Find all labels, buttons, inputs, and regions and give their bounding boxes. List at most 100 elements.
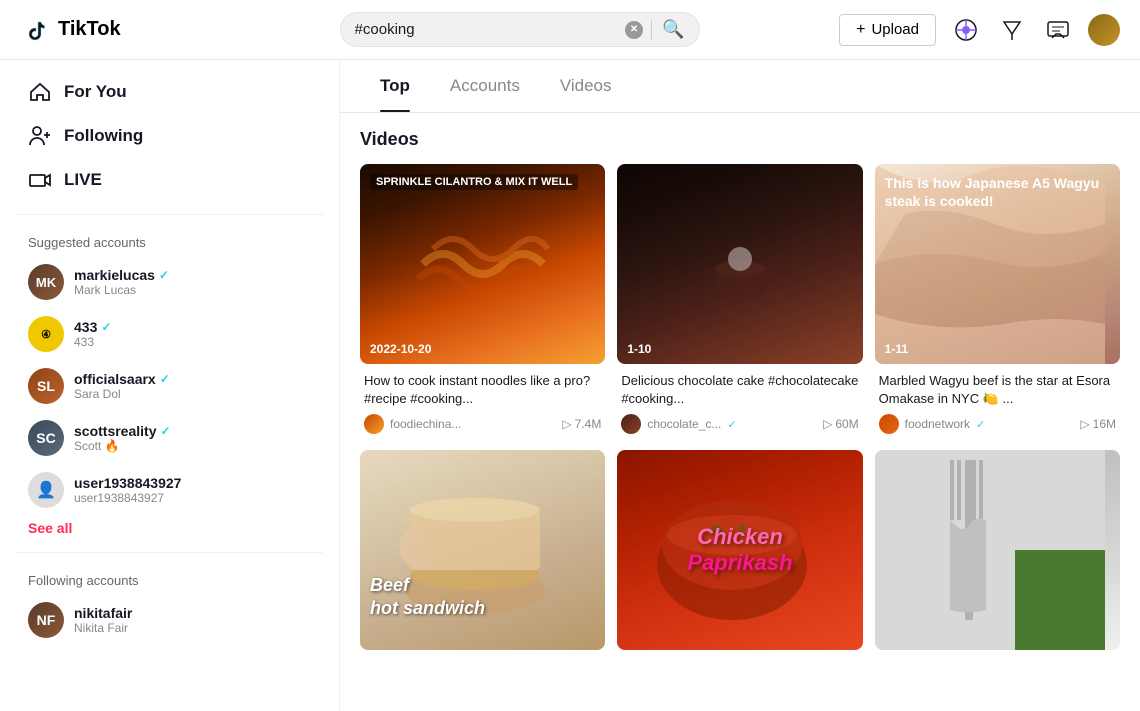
video-info-v5 bbox=[617, 650, 862, 698]
account-item-433[interactable]: ④ 433 ✓ 433 bbox=[16, 308, 323, 360]
tab-videos[interactable]: Videos bbox=[540, 60, 632, 112]
account-item-user1938843927[interactable]: 👤 user1938843927 user1938843927 bbox=[16, 464, 323, 516]
video-title-v1: How to cook instant noodles like a pro? … bbox=[364, 372, 601, 408]
header: TikTok ✕ 🔍 + Upload bbox=[0, 0, 1140, 60]
avatar-433: ④ bbox=[28, 316, 64, 352]
avatar-user1938843927: 👤 bbox=[28, 472, 64, 508]
search-icon: 🔍 bbox=[662, 19, 684, 39]
clear-icon: ✕ bbox=[630, 24, 638, 35]
filter-icon-button[interactable] bbox=[996, 14, 1028, 46]
cake-visual bbox=[617, 164, 862, 364]
following-accounts-title: Following accounts bbox=[16, 565, 323, 594]
verified-v3: ✓ bbox=[976, 418, 985, 431]
video-card-v6[interactable] bbox=[875, 450, 1120, 698]
video-stats-v2: ▷ 60M bbox=[823, 417, 859, 431]
notification-icon bbox=[954, 18, 978, 42]
play-icon-v2: ▷ bbox=[823, 417, 832, 431]
following-icon bbox=[28, 124, 52, 148]
filter-icon bbox=[1000, 18, 1024, 42]
sidebar: For You Following LIVE bbox=[0, 60, 340, 711]
account-item-markielucas[interactable]: MK markielucas ✓ Mark Lucas bbox=[16, 256, 323, 308]
view-count-v2: 60M bbox=[835, 417, 858, 431]
search-divider bbox=[651, 20, 652, 40]
beef-visual bbox=[360, 450, 605, 650]
messages-icon bbox=[1046, 18, 1070, 42]
account-sub-markielucas: Mark Lucas bbox=[74, 283, 169, 297]
account-info-officialsaarx: officialsaarx ✓ Sara Dol bbox=[74, 371, 170, 401]
fork-visual bbox=[875, 450, 1120, 650]
sidebar-divider-1 bbox=[16, 214, 323, 215]
video-title-v6 bbox=[879, 658, 1116, 688]
video-card-v2[interactable]: 1-10 Delicious chocolate cake #chocolate… bbox=[617, 164, 862, 438]
video-thumb-v1: SPRINKLE CILANTRO & MIX IT WELL 2022-10-… bbox=[360, 164, 605, 364]
account-sub-scottsreality: Scott 🔥 bbox=[74, 439, 171, 453]
video-stats-v1: ▷ 7.4M bbox=[562, 417, 601, 431]
user-avatar[interactable] bbox=[1088, 14, 1120, 46]
video-title-v2: Delicious chocolate cake #chocolatecake … bbox=[621, 372, 858, 408]
logo-text: TikTok bbox=[58, 18, 121, 41]
suggested-accounts-title: Suggested accounts bbox=[16, 227, 323, 256]
account-info-user1938843927: user1938843927 user1938843927 bbox=[74, 475, 181, 505]
messages-icon-button[interactable] bbox=[1042, 14, 1074, 46]
account-info-433: 433 ✓ 433 bbox=[74, 319, 111, 349]
video-date-v1: 2022-10-20 bbox=[370, 342, 431, 356]
live-icon bbox=[28, 168, 52, 192]
video-info-v4 bbox=[360, 650, 605, 698]
avatar-nikitafair: NF bbox=[28, 602, 64, 638]
video-overlay-title-v3: This is how Japanese A5 Wagyu steak is c… bbox=[885, 174, 1110, 210]
video-title-v4 bbox=[364, 658, 601, 688]
for-you-label: For You bbox=[64, 82, 127, 102]
tab-accounts[interactable]: Accounts bbox=[430, 60, 540, 112]
search-input[interactable] bbox=[355, 21, 626, 38]
tab-top[interactable]: Top bbox=[360, 60, 430, 112]
video-info-v3: Marbled Wagyu beef is the star at Esora … bbox=[875, 364, 1120, 438]
account-item-scottsreality[interactable]: SC scottsreality ✓ Scott 🔥 bbox=[16, 412, 323, 464]
video-card-v1[interactable]: SPRINKLE CILANTRO & MIX IT WELL 2022-10-… bbox=[360, 164, 605, 438]
video-card-v3[interactable]: This is how Japanese A5 Wagyu steak is c… bbox=[875, 164, 1120, 438]
search-button[interactable]: 🔍 bbox=[662, 19, 684, 40]
beef-title-v4: Beef hot sandwich bbox=[370, 574, 485, 621]
sidebar-item-live[interactable]: LIVE bbox=[16, 158, 323, 202]
content-inner: Videos SPRINKLE CILANTRO & M bbox=[340, 113, 1140, 711]
avatar-markielucas: MK bbox=[28, 264, 64, 300]
account-item-nikitafair[interactable]: NF nikitafair Nikita Fair bbox=[16, 594, 323, 646]
account-item-officialsaarx[interactable]: SL officialsaarx ✓ Sara Dol bbox=[16, 360, 323, 412]
sidebar-item-following[interactable]: Following bbox=[16, 114, 323, 158]
account-name-nikitafair: nikitafair bbox=[74, 605, 132, 621]
play-icon-v3: ▷ bbox=[1080, 417, 1089, 431]
video-thumb-v4: Beef hot sandwich bbox=[360, 450, 605, 650]
verified-icon-scottsreality: ✓ bbox=[160, 424, 170, 438]
video-card-v5[interactable]: Chicken Paprikash bbox=[617, 450, 862, 698]
chicken-line1: Chicken bbox=[687, 524, 792, 550]
account-name-user1938843927: user1938843927 bbox=[74, 475, 181, 491]
channel-name-v2: chocolate_c... bbox=[647, 417, 721, 431]
channel-name-v1: foodiechina... bbox=[390, 417, 461, 431]
main-content: Top Accounts Videos Videos bbox=[340, 60, 1140, 711]
verified-v2: ✓ bbox=[727, 418, 736, 431]
video-thumb-v5: Chicken Paprikash bbox=[617, 450, 862, 650]
following-label: Following bbox=[64, 126, 143, 146]
search-box: ✕ 🔍 bbox=[340, 12, 700, 47]
channel-name-v3: foodnetwork bbox=[905, 417, 970, 431]
sidebar-item-for-you[interactable]: For You bbox=[16, 70, 323, 114]
inbox-icon-button[interactable] bbox=[950, 14, 982, 46]
plus-icon: + bbox=[856, 21, 865, 39]
upload-button[interactable]: + Upload bbox=[839, 14, 936, 46]
sidebar-divider-2 bbox=[16, 552, 323, 553]
account-name-markielucas: markielucas ✓ bbox=[74, 267, 169, 283]
channel-avatar-v3 bbox=[879, 414, 899, 434]
video-title-v5 bbox=[621, 658, 858, 688]
account-info-nikitafair: nikitafair Nikita Fair bbox=[74, 605, 132, 635]
see-all-button[interactable]: See all bbox=[16, 516, 84, 540]
chicken-title-v5: Chicken Paprikash bbox=[687, 524, 792, 576]
video-meta-v3: foodnetwork ✓ ▷ 16M bbox=[879, 414, 1116, 434]
search-area: ✕ 🔍 bbox=[220, 12, 819, 47]
search-clear-button[interactable]: ✕ bbox=[625, 21, 643, 39]
main-layout: For You Following LIVE bbox=[0, 60, 1140, 711]
channel-avatar-v2 bbox=[621, 414, 641, 434]
video-card-v4[interactable]: Beef hot sandwich bbox=[360, 450, 605, 698]
view-count-v1: 7.4M bbox=[575, 417, 602, 431]
video-info-v1: How to cook instant noodles like a pro? … bbox=[360, 364, 605, 438]
channel-avatar-v1 bbox=[364, 414, 384, 434]
video-info-v6 bbox=[875, 650, 1120, 698]
